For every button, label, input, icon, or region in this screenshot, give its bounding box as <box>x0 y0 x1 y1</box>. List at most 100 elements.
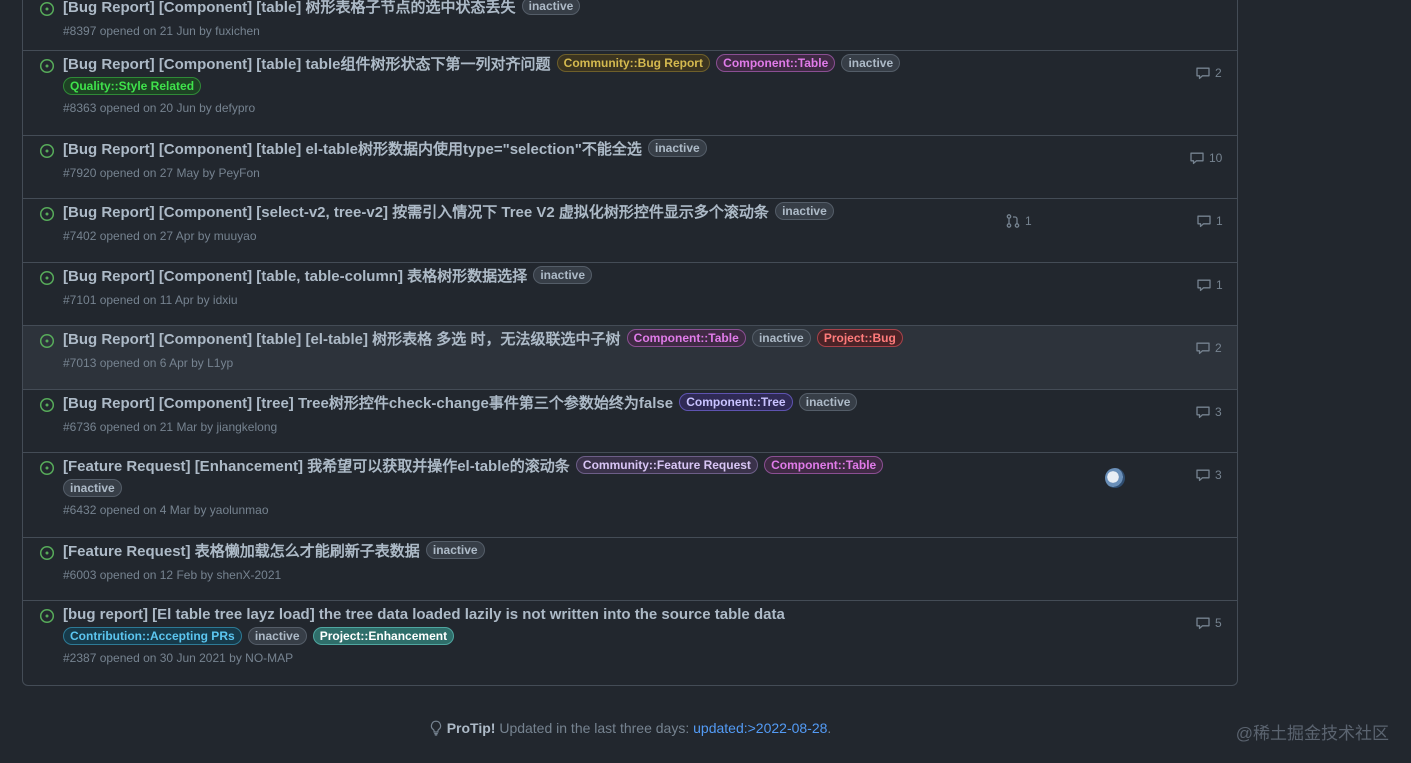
issue-meta: #7920 opened on 27 May by PeyFon <box>63 166 260 180</box>
issue-title-link[interactable]: [Bug Report] [Component] [table] [el-tab… <box>63 331 620 348</box>
issue-meta: #6736 opened on 21 Mar by jiangkelong <box>63 420 278 434</box>
label-badge[interactable]: inactive <box>521 0 581 15</box>
protip-text: Updated in the last three days: <box>495 720 694 736</box>
protip-suffix: . <box>827 720 832 736</box>
label-badge[interactable]: Project::Enhancement <box>312 627 455 645</box>
protip: ProTip! Updated in the last three days: … <box>0 720 1260 736</box>
linked-pr-link[interactable]: 1 <box>1005 213 1032 229</box>
label-badge[interactable]: inactive <box>247 627 307 645</box>
comment-count: 5 <box>1215 616 1222 630</box>
issue-row[interactable]: [Bug Report] [Component] [table] el-tabl… <box>23 136 1237 199</box>
comment-count: 1 <box>1216 278 1223 292</box>
comment-count-link[interactable]: 2 <box>1195 65 1222 81</box>
issue-row[interactable]: [Bug Report] [Component] [select-v2, tre… <box>23 199 1237 263</box>
issue-author-link[interactable]: PeyFon <box>218 166 259 180</box>
comment-count-link[interactable]: 10 <box>1189 150 1222 166</box>
issue-open-icon <box>39 397 55 413</box>
comment-count-link[interactable]: 3 <box>1195 467 1222 483</box>
issue-open-icon <box>39 270 55 286</box>
issue-author-link[interactable]: defypro <box>215 101 255 115</box>
label-badge[interactable]: Quality::Style Related <box>63 77 202 95</box>
comment-count-link[interactable]: 1 <box>1196 277 1223 293</box>
issue-open-icon <box>39 333 55 349</box>
label-badge[interactable]: inactive <box>648 139 707 157</box>
label-badge[interactable]: inactive <box>775 202 834 220</box>
issue-open-icon <box>39 460 55 476</box>
label-badge[interactable]: inactive <box>841 54 901 72</box>
issue-row[interactable]: [Bug Report] [Component] [tree] Tree树形控件… <box>23 390 1237 453</box>
label-badge[interactable]: Component::Table <box>764 456 884 474</box>
label-badge[interactable]: Component::Table <box>716 54 836 72</box>
label-badge[interactable]: Contribution::Accepting PRs <box>63 627 242 645</box>
issue-row[interactable]: [bug report] [El table tree layz load] t… <box>23 601 1237 685</box>
comment-count-link[interactable]: 5 <box>1195 615 1222 631</box>
comment-icon <box>1197 279 1211 292</box>
comment-count: 10 <box>1209 151 1223 165</box>
comment-count-link[interactable]: 2 <box>1195 340 1222 356</box>
issue-open-icon <box>39 58 55 74</box>
issue-row[interactable]: [Bug Report] [Component] [table] [el-tab… <box>23 326 1237 390</box>
issue-title-link[interactable]: [bug report] [El table tree layz load] t… <box>63 606 785 623</box>
comment-count-link[interactable]: 1 <box>1196 213 1223 229</box>
issue-title-link[interactable]: [Bug Report] [Component] [table, table-c… <box>63 268 527 285</box>
issue-row[interactable]: [Feature Request] 表格懒加载怎么才能刷新子表数据 inacti… <box>23 538 1237 601</box>
comment-icon <box>1197 215 1211 228</box>
comment-icon <box>1190 152 1204 165</box>
protip-query-link[interactable]: updated:>2022-08-28 <box>693 720 827 736</box>
issue-author-link[interactable]: NO-MAP <box>245 651 293 665</box>
pull-request-icon <box>1006 214 1020 228</box>
issue-row[interactable]: [Feature Request] [Enhancement] 我希望可以获取并… <box>23 453 1237 538</box>
pr-count: 1 <box>1025 214 1032 228</box>
issue-title-link[interactable]: [Bug Report] [Component] [table] el-tabl… <box>63 141 642 158</box>
comment-count: 1 <box>1216 214 1223 228</box>
issue-title-link[interactable]: [Bug Report] [Component] [table] table组件… <box>63 56 550 73</box>
label-badge[interactable]: inactive <box>798 393 858 411</box>
issue-meta: #2387 opened on 30 Jun 2021 by NO-MAP <box>63 651 294 665</box>
issue-author-link[interactable]: idxiu <box>213 293 238 307</box>
issue-open-icon <box>39 1 55 17</box>
issue-author-link[interactable]: shenX-2021 <box>216 568 281 582</box>
comment-count: 2 <box>1215 66 1222 80</box>
protip-label: ProTip! <box>446 720 496 736</box>
comment-icon <box>1196 617 1210 630</box>
issue-author-link[interactable]: fuxichen <box>215 24 260 38</box>
issue-open-icon <box>39 608 55 624</box>
issue-meta: #6432 opened on 4 Mar by yaolunmao <box>63 503 269 517</box>
issue-title-link[interactable]: [Bug Report] [Component] [tree] Tree树形控件… <box>63 395 673 412</box>
label-badge[interactable]: inactive <box>533 266 593 284</box>
issue-meta: #7013 opened on 6 Apr by L1yp <box>63 356 234 370</box>
light-bulb-icon <box>430 720 441 736</box>
issue-title-link[interactable]: [Bug Report] [Component] [table] 树形表格子节点… <box>63 0 515 16</box>
issue-list: [Bug Report] [Component] [table] 树形表格子节点… <box>22 0 1238 686</box>
comment-count-link[interactable]: 3 <box>1195 404 1222 420</box>
issue-title-link[interactable]: [Feature Request] 表格懒加载怎么才能刷新子表数据 <box>63 543 420 560</box>
issue-row[interactable]: [Bug Report] [Component] [table, table-c… <box>23 263 1237 326</box>
comment-icon <box>1196 67 1210 80</box>
comment-icon <box>1196 469 1210 482</box>
issue-meta: #8397 opened on 21 Jun by fuxichen <box>63 24 260 38</box>
issue-meta: #6003 opened on 12 Feb by shenX-2021 <box>63 568 282 582</box>
label-badge[interactable]: inactive <box>751 329 811 347</box>
issue-author-link[interactable]: jiangkelong <box>216 420 277 434</box>
issue-meta: #7101 opened on 11 Apr by idxiu <box>63 293 238 307</box>
label-badge[interactable]: inactive <box>63 479 122 497</box>
comment-icon <box>1196 342 1210 355</box>
issue-author-link[interactable]: L1yp <box>207 356 233 370</box>
assignee-avatar[interactable] <box>1105 468 1125 488</box>
label-badge[interactable]: Component::Tree <box>679 393 793 411</box>
label-badge[interactable]: Project::Bug <box>816 329 903 347</box>
issue-row[interactable]: [Bug Report] [Component] [table] table组件… <box>23 51 1237 136</box>
issue-author-link[interactable]: yaolunmao <box>210 503 269 517</box>
issue-meta: #8363 opened on 20 Jun by defypro <box>63 101 256 115</box>
issue-title-link[interactable]: [Bug Report] [Component] [select-v2, tre… <box>63 204 769 221</box>
comment-count: 2 <box>1215 341 1222 355</box>
comment-count: 3 <box>1215 468 1222 482</box>
issue-title-link[interactable]: [Feature Request] [Enhancement] 我希望可以获取并… <box>63 458 570 475</box>
issue-author-link[interactable]: muuyao <box>214 229 257 243</box>
issue-row[interactable]: [Bug Report] [Component] [table] 树形表格子节点… <box>23 0 1237 51</box>
label-badge[interactable]: Component::Table <box>626 329 746 347</box>
label-badge[interactable]: inactive <box>425 541 485 559</box>
label-badge[interactable]: Community::Bug Report <box>556 54 710 72</box>
issue-meta: #7402 opened on 27 Apr by muuyao <box>63 229 257 243</box>
label-badge[interactable]: Community::Feature Request <box>575 456 758 474</box>
